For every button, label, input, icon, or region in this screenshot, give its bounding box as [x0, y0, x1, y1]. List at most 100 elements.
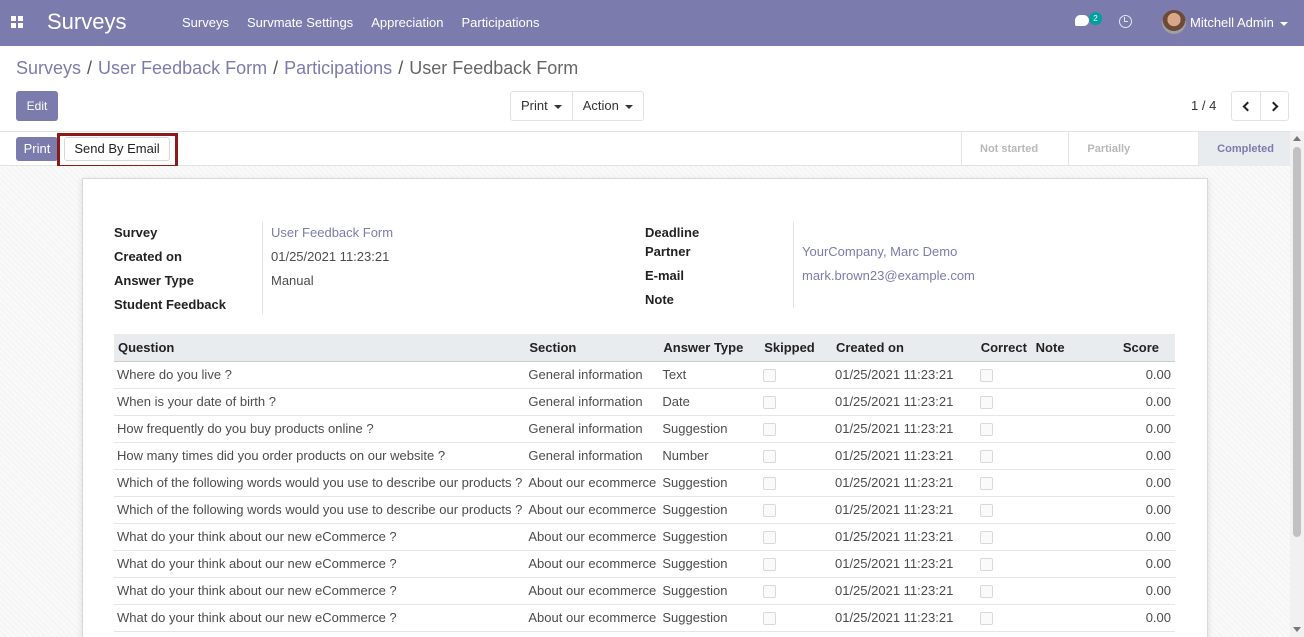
- table-row[interactable]: What do your think about our new eCommer…: [114, 550, 1175, 578]
- column-created-on[interactable]: Created on: [831, 334, 977, 362]
- table-row[interactable]: What do your think about our new eCommer…: [114, 604, 1175, 632]
- cell-section: General information: [525, 361, 660, 389]
- table-row[interactable]: How many times did you order products on…: [114, 442, 1175, 470]
- cell-answer-type: Suggestion: [659, 469, 761, 497]
- main-menu: Surveys Survmate Settings Appreciation P…: [182, 15, 558, 30]
- cell-score: 0.00: [1080, 604, 1175, 632]
- answer-type-label: Answer Type: [114, 273, 194, 288]
- cell-correct: [976, 604, 1032, 632]
- cell-created-on: 01/25/2021 11:23:21: [831, 577, 977, 605]
- skipped-checkbox: [763, 423, 777, 437]
- cell-section: About our ecommerce: [525, 496, 660, 524]
- breadcrumb-item-surveys[interactable]: Surveys: [16, 58, 81, 78]
- cell-skipped: [760, 361, 832, 389]
- cell-note: [1031, 550, 1081, 578]
- menu-item-appreciation[interactable]: Appreciation: [371, 15, 443, 30]
- cell-section: About our ecommerce: [525, 550, 660, 578]
- cell-answer-type: Date: [659, 388, 761, 416]
- column-note[interactable]: Note: [1031, 334, 1081, 362]
- answers-table: Question Section Answer Type Skipped Cre…: [114, 334, 1175, 632]
- table-row[interactable]: What do your think about our new eCommer…: [114, 577, 1175, 605]
- pager-previous-button[interactable]: [1232, 92, 1260, 120]
- menu-item-survmate-settings[interactable]: Survmate Settings: [247, 15, 353, 30]
- skipped-checkbox: [763, 558, 777, 572]
- cell-score: 0.00: [1080, 496, 1175, 524]
- activity-clock-icon[interactable]: [1119, 15, 1132, 28]
- vertical-scrollbar[interactable]: [1290, 131, 1304, 637]
- cell-skipped: [760, 469, 832, 497]
- breadcrumb-separator: /: [398, 58, 404, 78]
- action-dropdown-button[interactable]: Action: [571, 92, 643, 120]
- table-row[interactable]: What do your think about our new eCommer…: [114, 523, 1175, 551]
- stage-not-started[interactable]: Not started yet: [961, 132, 1068, 189]
- cell-question: What do your think about our new eCommer…: [114, 550, 526, 578]
- scrollbar-thumb[interactable]: [1293, 147, 1301, 537]
- user-menu[interactable]: Mitchell Admin: [1190, 15, 1288, 30]
- scroll-down-icon[interactable]: [1293, 627, 1301, 632]
- skipped-checkbox: [763, 477, 777, 491]
- table-row[interactable]: Which of the following words would you u…: [114, 469, 1175, 497]
- menu-item-surveys[interactable]: Surveys: [182, 15, 229, 30]
- table-row[interactable]: How frequently do you buy products onlin…: [114, 415, 1175, 443]
- skipped-checkbox: [763, 396, 777, 410]
- field-divider: [793, 222, 794, 308]
- cell-correct: [976, 442, 1032, 470]
- status-stages: Not started yet Partially completed Comp…: [961, 132, 1290, 189]
- correct-checkbox: [979, 450, 993, 464]
- cell-skipped: [760, 415, 832, 443]
- column-correct[interactable]: Correct: [976, 334, 1032, 362]
- scroll-up-icon[interactable]: [1293, 136, 1301, 141]
- cell-note: [1031, 415, 1081, 443]
- note-label: Note: [645, 292, 674, 307]
- cell-answer-type: Suggestion: [659, 523, 761, 551]
- correct-checkbox: [979, 531, 993, 545]
- breadcrumb-item-participations[interactable]: Participations: [284, 58, 392, 78]
- table-row[interactable]: Where do you live ? General information Te…: [114, 361, 1175, 389]
- cell-question: How many times did you order products on…: [114, 442, 526, 470]
- chat-icon[interactable]: [1075, 15, 1089, 26]
- skipped-checkbox: [763, 504, 777, 518]
- cell-note: [1031, 523, 1081, 551]
- print-button[interactable]: Print: [16, 137, 58, 161]
- cell-question: How frequently do you buy products onlin…: [114, 415, 526, 443]
- cell-created-on: 01/25/2021 11:23:21: [831, 604, 977, 632]
- pager-next-button[interactable]: [1260, 92, 1288, 120]
- apps-menu-icon[interactable]: [11, 16, 23, 28]
- cell-section: General information: [525, 415, 660, 443]
- skipped-checkbox: [763, 585, 777, 599]
- survey-value[interactable]: User Feedback Form: [271, 225, 393, 240]
- correct-checkbox: [979, 612, 993, 626]
- cell-section: About our ecommerce: [525, 469, 660, 497]
- cell-answer-type: Number: [659, 442, 761, 470]
- print-dropdown-button[interactable]: Print: [511, 92, 572, 120]
- column-skipped[interactable]: Skipped: [760, 334, 832, 362]
- cell-skipped: [760, 577, 832, 605]
- table-row[interactable]: Which of the following words would you u…: [114, 496, 1175, 524]
- breadcrumb-separator: /: [273, 58, 279, 78]
- table-row[interactable]: When is your date of birth ? General info…: [114, 388, 1175, 416]
- skipped-checkbox: [763, 450, 777, 464]
- correct-checkbox: [979, 396, 993, 410]
- column-score[interactable]: Score: [1080, 334, 1175, 362]
- menu-item-participations[interactable]: Participations: [461, 15, 539, 30]
- stage-partially-completed[interactable]: Partially completed: [1068, 132, 1198, 189]
- partner-value[interactable]: YourCompany, Marc Demo: [802, 244, 957, 259]
- cell-answer-type: Suggestion: [659, 496, 761, 524]
- column-answer-type[interactable]: Answer Type: [659, 334, 761, 362]
- app-brand[interactable]: Surveys: [47, 9, 126, 35]
- edit-button[interactable]: Edit: [16, 91, 58, 121]
- cell-created-on: 01/25/2021 11:23:21: [831, 442, 977, 470]
- table-header-row: Question Section Answer Type Skipped Cre…: [114, 334, 1175, 362]
- breadcrumb-item-user-feedback-form[interactable]: User Feedback Form: [98, 58, 267, 78]
- email-value[interactable]: mark.brown23@example.com: [802, 268, 975, 283]
- user-avatar[interactable]: [1162, 10, 1186, 34]
- pager-value[interactable]: 1 / 4: [1191, 98, 1216, 113]
- survey-label: Survey: [114, 225, 158, 240]
- cell-correct: [976, 415, 1032, 443]
- correct-checkbox: [979, 558, 993, 572]
- stage-completed[interactable]: Completed: [1198, 132, 1290, 166]
- column-question[interactable]: Question: [114, 334, 526, 362]
- cell-answer-type: Suggestion: [659, 550, 761, 578]
- cell-created-on: 01/25/2021 11:23:21: [831, 469, 977, 497]
- column-section[interactable]: Section: [525, 334, 660, 362]
